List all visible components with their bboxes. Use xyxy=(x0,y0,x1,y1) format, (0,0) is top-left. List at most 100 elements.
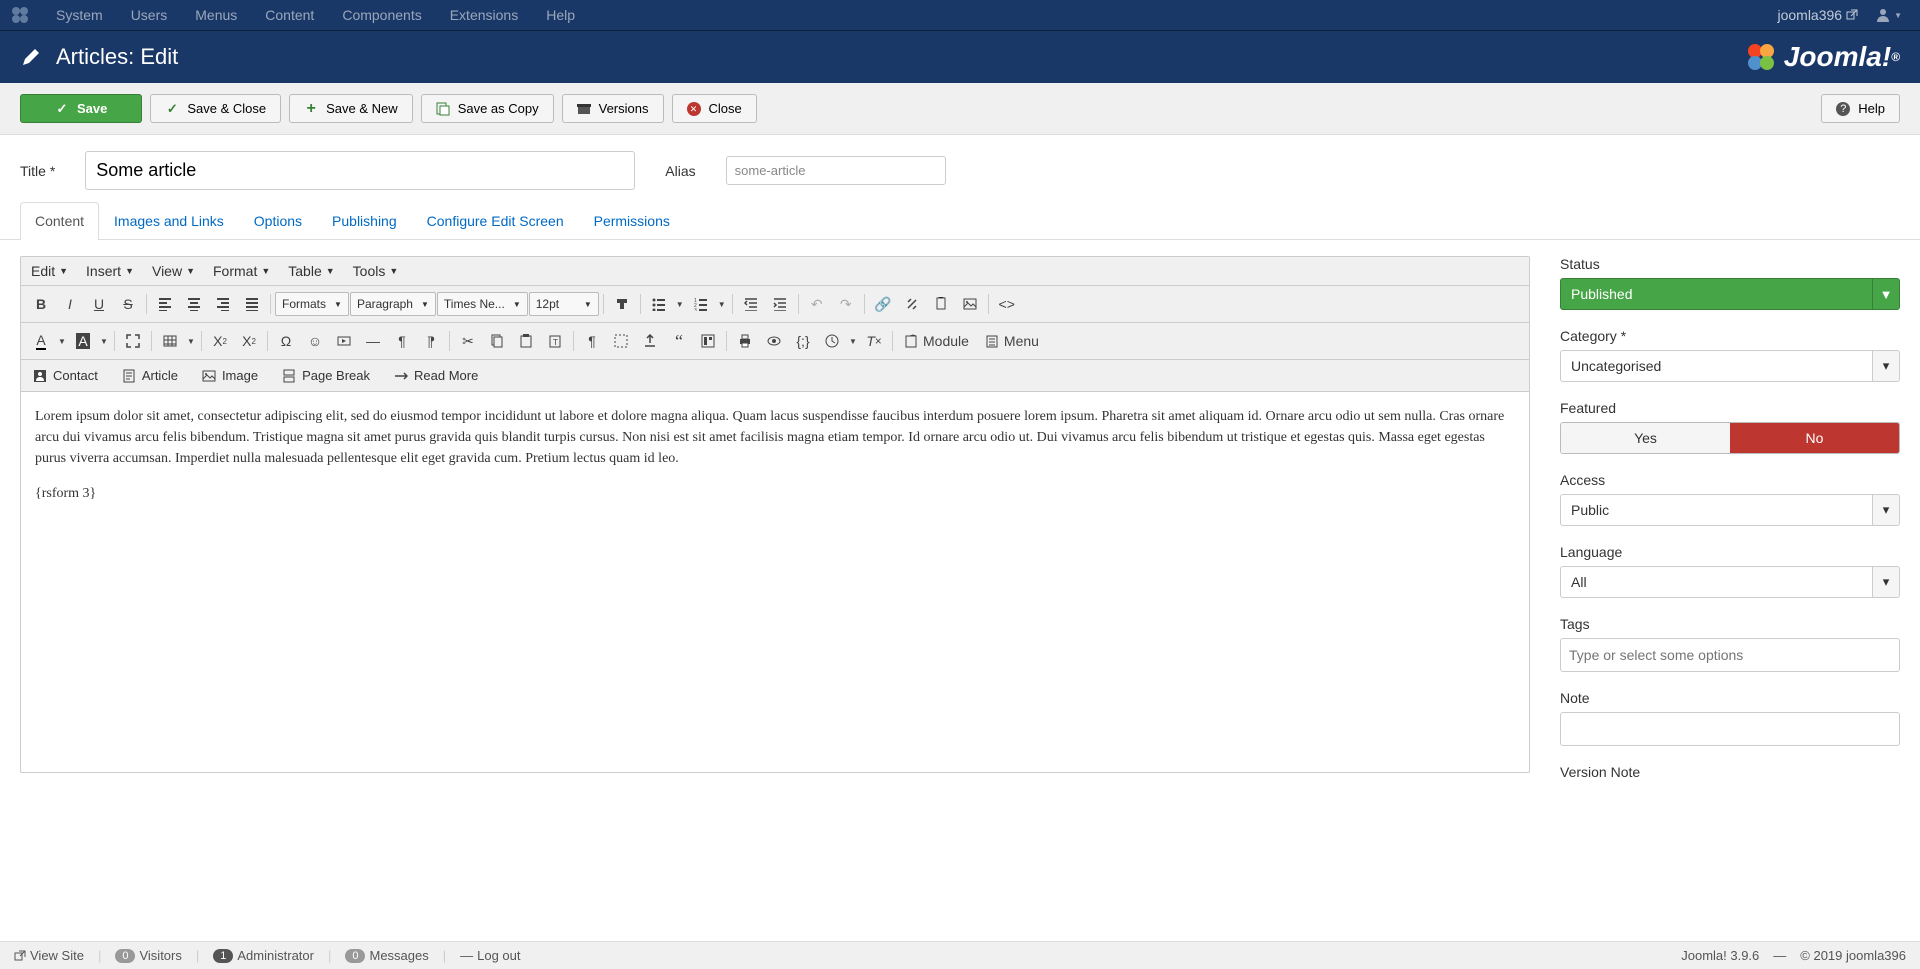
datetime-dropdown-icon[interactable]: ▼ xyxy=(847,327,859,355)
bold-icon[interactable]: B xyxy=(27,290,55,318)
tab-permissions[interactable]: Permissions xyxy=(579,202,685,239)
featured-toggle[interactable]: Yes No xyxy=(1560,422,1900,454)
nav-content[interactable]: Content xyxy=(251,1,328,29)
number-list-icon[interactable]: 123 xyxy=(687,290,715,318)
tab-content[interactable]: Content xyxy=(20,202,99,240)
save-copy-button[interactable]: Save as Copy xyxy=(421,94,554,123)
bg-color-icon[interactable]: A xyxy=(69,327,97,355)
insert-readmore-button[interactable]: Read More xyxy=(388,364,484,387)
note-input[interactable] xyxy=(1560,712,1900,746)
image-icon[interactable] xyxy=(956,290,984,318)
source-code-icon[interactable]: <> xyxy=(993,290,1021,318)
help-button[interactable]: ? Help xyxy=(1821,94,1900,123)
insert-contact-button[interactable]: Contact xyxy=(27,364,104,387)
featured-no[interactable]: No xyxy=(1730,423,1899,453)
blockquote-icon[interactable]: “ xyxy=(665,327,693,355)
show-invisible-icon[interactable]: ¶ xyxy=(578,327,606,355)
logout-link[interactable]: — Log out xyxy=(460,948,520,963)
messages-link[interactable]: 0 Messages xyxy=(345,948,428,963)
nav-system[interactable]: System xyxy=(42,1,117,29)
nav-extensions[interactable]: Extensions xyxy=(436,1,532,29)
nav-users[interactable]: Users xyxy=(117,1,182,29)
cut-icon[interactable]: ✂ xyxy=(454,327,482,355)
versions-button[interactable]: Versions xyxy=(562,94,664,123)
editor-menu-view[interactable]: View▼ xyxy=(152,263,195,279)
close-button[interactable]: ✕ Close xyxy=(672,94,757,123)
outdent-icon[interactable] xyxy=(737,290,765,318)
editor-menu-edit[interactable]: Edit▼ xyxy=(31,263,68,279)
superscript-icon[interactable]: X2 xyxy=(235,327,263,355)
clear-format-icon[interactable] xyxy=(608,290,636,318)
bullet-list-dropdown-icon[interactable]: ▼ xyxy=(674,290,686,318)
emoticon-icon[interactable]: ☺ xyxy=(301,327,329,355)
strikethrough-icon[interactable]: S xyxy=(114,290,142,318)
tab-configure-edit[interactable]: Configure Edit Screen xyxy=(412,202,579,239)
align-center-icon[interactable] xyxy=(180,290,208,318)
rtl-icon[interactable]: ¶ xyxy=(417,327,445,355)
number-list-dropdown-icon[interactable]: ▼ xyxy=(716,290,728,318)
joomla-icon[interactable] xyxy=(10,5,30,25)
table-icon[interactable] xyxy=(156,327,184,355)
save-close-button[interactable]: ✓ Save & Close xyxy=(150,94,281,123)
view-site-link[interactable]: View Site xyxy=(14,948,84,963)
tab-publishing[interactable]: Publishing xyxy=(317,202,412,239)
editor-menu-format[interactable]: Format▼ xyxy=(213,263,270,279)
show-blocks-icon[interactable] xyxy=(607,327,635,355)
insert-article-button[interactable]: Article xyxy=(116,364,184,387)
link-icon[interactable]: 🔗 xyxy=(869,290,897,318)
title-input[interactable] xyxy=(85,151,635,190)
module-button[interactable]: Module xyxy=(897,327,977,355)
template-icon[interactable] xyxy=(694,327,722,355)
paragraph-select[interactable]: Paragraph▼ xyxy=(350,292,436,316)
print-icon[interactable] xyxy=(731,327,759,355)
font-select[interactable]: Times Ne...▼ xyxy=(437,292,528,316)
insert-image-button[interactable]: Image xyxy=(196,364,264,387)
preview-icon[interactable] xyxy=(760,327,788,355)
formats-select[interactable]: Formats▼ xyxy=(275,292,349,316)
text-color-icon[interactable]: A xyxy=(27,327,55,355)
indent-icon[interactable] xyxy=(766,290,794,318)
redo-icon[interactable]: ↷ xyxy=(832,290,860,318)
category-select[interactable]: Uncategorised ▾ xyxy=(1560,350,1900,382)
hr-icon[interactable]: — xyxy=(359,327,387,355)
media-icon[interactable] xyxy=(330,327,358,355)
tab-images-links[interactable]: Images and Links xyxy=(99,202,239,239)
nav-components[interactable]: Components xyxy=(328,1,435,29)
editor-menu-tools[interactable]: Tools▼ xyxy=(353,263,399,279)
editor-menu-table[interactable]: Table▼ xyxy=(288,263,334,279)
align-right-icon[interactable] xyxy=(209,290,237,318)
table-dropdown-icon[interactable]: ▼ xyxy=(185,327,197,355)
bg-color-dropdown-icon[interactable]: ▼ xyxy=(98,327,110,355)
fontsize-select[interactable]: 12pt▼ xyxy=(529,292,599,316)
subscript-icon[interactable]: X2 xyxy=(206,327,234,355)
tab-options[interactable]: Options xyxy=(239,202,317,239)
access-select[interactable]: Public ▾ xyxy=(1560,494,1900,526)
italic-icon[interactable]: I xyxy=(56,290,84,318)
paste-icon[interactable] xyxy=(512,327,540,355)
align-justify-icon[interactable] xyxy=(238,290,266,318)
align-left-icon[interactable] xyxy=(151,290,179,318)
copy-clip-icon[interactable] xyxy=(483,327,511,355)
remove-format-icon[interactable]: T× xyxy=(860,327,888,355)
language-select[interactable]: All ▾ xyxy=(1560,566,1900,598)
visitors-link[interactable]: 0 Visitors xyxy=(115,948,182,963)
ltr-icon[interactable]: ¶ xyxy=(388,327,416,355)
insert-pagebreak-button[interactable]: Page Break xyxy=(276,364,376,387)
nav-site-link[interactable]: joomla396 xyxy=(1777,7,1868,23)
save-new-button[interactable]: + Save & New xyxy=(289,94,413,123)
editor-content[interactable]: Lorem ipsum dolor sit amet, consectetur … xyxy=(21,392,1529,772)
special-char-icon[interactable]: Ω xyxy=(272,327,300,355)
menu-button[interactable]: Menu xyxy=(978,327,1047,355)
admin-link[interactable]: 1 Administrator xyxy=(213,948,314,963)
alias-input[interactable] xyxy=(726,156,946,185)
status-select[interactable]: Published ▼ xyxy=(1560,278,1900,310)
paste-text-icon[interactable]: T xyxy=(541,327,569,355)
bullet-list-icon[interactable] xyxy=(645,290,673,318)
editor-menu-insert[interactable]: Insert▼ xyxy=(86,263,134,279)
nav-help[interactable]: Help xyxy=(532,1,589,29)
anchor-icon[interactable] xyxy=(927,290,955,318)
fullscreen-icon[interactable] xyxy=(119,327,147,355)
nav-user-menu[interactable]: ▼ xyxy=(1868,8,1910,22)
featured-yes[interactable]: Yes xyxy=(1561,423,1730,453)
text-color-dropdown-icon[interactable]: ▼ xyxy=(56,327,68,355)
